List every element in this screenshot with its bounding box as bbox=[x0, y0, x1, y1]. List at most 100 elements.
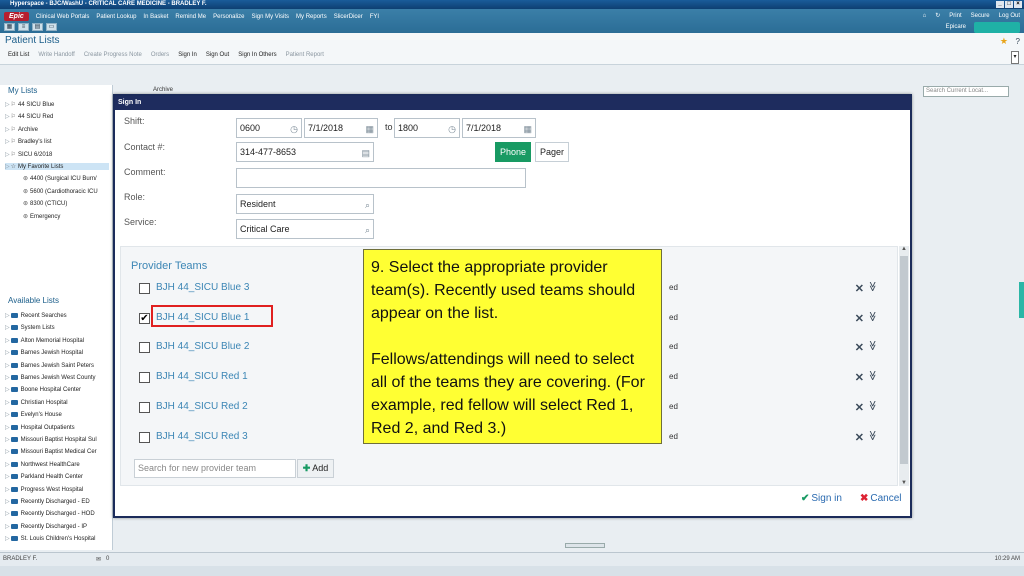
expand-chevron-icon[interactable]: ≫ bbox=[866, 311, 877, 321]
maximize-button[interactable]: □ bbox=[1005, 1, 1013, 8]
expand-chevron-icon[interactable]: ≫ bbox=[866, 430, 877, 440]
expand-arrow-icon[interactable]: ▷ bbox=[5, 139, 10, 145]
menu-sign-my-visits[interactable]: Sign My Visits bbox=[251, 14, 289, 20]
search-icon[interactable]: ⌕ bbox=[365, 221, 370, 239]
expand-arrow-icon[interactable]: ▷ bbox=[5, 114, 10, 120]
list-icon[interactable]: ≡ bbox=[18, 23, 29, 31]
expand-arrow-icon[interactable]: ▷ bbox=[5, 536, 10, 542]
expand-arrow-icon[interactable]: ▷ bbox=[5, 474, 10, 480]
sign-out-button[interactable]: Sign Out bbox=[206, 52, 229, 58]
add-team-button[interactable]: ✚ Add bbox=[297, 459, 334, 478]
available-list-item[interactable]: ▷ Recently Discharged - HOD bbox=[5, 510, 109, 517]
scroll-down-arrow-icon[interactable]: ▼ bbox=[900, 480, 908, 486]
expand-arrow-icon[interactable]: ▷ bbox=[5, 350, 10, 356]
team-name[interactable]: BJH 44_SICU Blue 3 bbox=[156, 282, 249, 293]
available-list-item[interactable]: ▷ Recently Discharged - IP bbox=[5, 523, 109, 530]
expand-chevron-icon[interactable]: ≫ bbox=[866, 370, 877, 380]
team-checkbox[interactable]: ✔ bbox=[139, 312, 150, 324]
available-list-item[interactable]: ▷ Evelyn's House bbox=[5, 411, 109, 418]
print-button[interactable]: Print bbox=[949, 13, 961, 19]
menu-in-basket[interactable]: In Basket bbox=[143, 14, 168, 20]
role-input[interactable]: Resident ⌕ bbox=[236, 194, 374, 214]
remove-team-icon[interactable]: ✕ bbox=[855, 371, 864, 384]
teams-scrollbar[interactable]: ▲ ▼ bbox=[899, 246, 909, 486]
contact-number-input[interactable]: 314-477-8653 ▤ bbox=[236, 142, 374, 162]
search-current-location-input[interactable]: Search Current Locat... bbox=[923, 86, 1009, 97]
my-list-item[interactable]: ⊛ Emergency bbox=[22, 213, 126, 220]
remove-team-icon[interactable]: ✕ bbox=[855, 341, 864, 354]
close-window-button[interactable]: × bbox=[1014, 1, 1022, 8]
available-list-item[interactable]: ▷ St. Louis Children's Hospital bbox=[5, 535, 109, 542]
provider-team-search-input[interactable]: Search for new provider team bbox=[134, 459, 296, 478]
expand-arrow-icon[interactable]: ▷ bbox=[5, 412, 10, 418]
menu-patient-lookup[interactable]: Patient Lookup bbox=[96, 14, 136, 20]
expand-arrow-icon[interactable]: ▷ bbox=[5, 313, 10, 319]
create-progress-note-button[interactable]: Create Progress Note bbox=[84, 52, 142, 58]
available-list-item[interactable]: ▷ Northwest HealthCare bbox=[5, 461, 109, 468]
team-checkbox[interactable] bbox=[139, 342, 150, 354]
available-list-item[interactable]: ▷ Progress West Hospital bbox=[5, 486, 109, 493]
my-list-item[interactable]: ▷⚐ SICU 6/2018 bbox=[5, 151, 109, 158]
remove-team-icon[interactable]: ✕ bbox=[855, 401, 864, 414]
my-list-item[interactable]: ▷⚐ 44 SICU Blue bbox=[5, 101, 109, 108]
calendar-icon[interactable]: ▦ bbox=[523, 120, 532, 138]
calendar-icon[interactable]: ▦ bbox=[365, 120, 374, 138]
minimize-button[interactable]: _ bbox=[996, 1, 1004, 8]
expand-arrow-icon[interactable]: ▷ bbox=[5, 387, 10, 393]
remove-team-icon[interactable]: ✕ bbox=[855, 312, 864, 325]
refresh-icon[interactable]: ↻ bbox=[935, 12, 940, 19]
available-list-item[interactable]: ▷ Boone Hospital Center bbox=[5, 386, 109, 393]
expand-chevron-icon[interactable]: ≫ bbox=[866, 341, 877, 351]
team-name[interactable]: BJH 44_SICU Red 3 bbox=[156, 431, 248, 442]
scrollbar-thumb[interactable] bbox=[900, 256, 908, 464]
expand-arrow-icon[interactable]: ▷ bbox=[5, 338, 10, 344]
available-list-item[interactable]: ▷ Recently Discharged - ED bbox=[5, 498, 109, 505]
expand-arrow-icon[interactable]: ▷ bbox=[5, 400, 10, 406]
available-list-item[interactable]: ▷ Christian Hospital bbox=[5, 399, 109, 406]
team-name[interactable]: BJH 44_SICU Red 1 bbox=[156, 371, 248, 382]
pager-toggle-button[interactable]: Pager bbox=[535, 142, 569, 162]
expand-arrow-icon[interactable]: ▷ bbox=[5, 524, 10, 530]
team-checkbox[interactable] bbox=[139, 283, 150, 294]
folder-icon[interactable]: ▭ bbox=[46, 23, 57, 31]
team-checkbox[interactable] bbox=[139, 401, 150, 413]
expand-arrow-icon[interactable]: ▷ bbox=[5, 102, 10, 108]
side-panel-handle[interactable] bbox=[1019, 282, 1024, 318]
expand-arrow-icon[interactable]: ▷ bbox=[5, 425, 10, 431]
secure-button[interactable]: Secure bbox=[971, 13, 990, 19]
shift-end-time-input[interactable]: 1800 ◷ bbox=[394, 118, 460, 138]
help-icon[interactable]: ? bbox=[1016, 37, 1020, 46]
my-list-item[interactable]: ⊛ 4400 (Surgical ICU Burn/ bbox=[22, 175, 126, 182]
available-list-item[interactable]: ▷ System Lists bbox=[5, 324, 109, 331]
remove-team-icon[interactable]: ✕ bbox=[855, 431, 864, 444]
my-list-item[interactable]: ▷⚐ Archive bbox=[5, 126, 109, 133]
mail-icon[interactable]: ✉ bbox=[96, 556, 101, 563]
shift-end-date-input[interactable]: 7/1/2018 ▦ bbox=[462, 118, 536, 138]
global-search-button[interactable] bbox=[974, 22, 1020, 33]
home-icon[interactable]: ⌂ bbox=[923, 13, 927, 19]
sign-in-others-button[interactable]: Sign In Others bbox=[238, 52, 276, 58]
side-dropdown-button[interactable]: ▾ bbox=[1011, 51, 1019, 64]
orders-button[interactable]: Orders bbox=[151, 52, 169, 58]
my-list-item[interactable]: ▷⚐ Bradley's list bbox=[5, 138, 109, 145]
sign-in-button[interactable]: ✔ Sign in bbox=[801, 493, 842, 504]
available-list-item[interactable]: ▷ Barnes Jewish West County bbox=[5, 374, 109, 381]
available-list-item[interactable]: ▷ Recent Searches bbox=[5, 312, 109, 319]
comment-input[interactable] bbox=[236, 168, 526, 188]
phone-toggle-button[interactable]: Phone bbox=[495, 142, 531, 162]
patient-report-button[interactable]: Patient Report bbox=[286, 52, 324, 58]
expand-arrow-icon[interactable]: ▷ bbox=[5, 487, 10, 493]
calendar-icon[interactable]: ▦ bbox=[4, 23, 15, 31]
expand-arrow-icon[interactable]: ▷ bbox=[5, 164, 10, 170]
expand-arrow-icon[interactable]: ▷ bbox=[5, 152, 10, 158]
grid-icon[interactable]: ▤ bbox=[32, 23, 43, 31]
menu-my-reports[interactable]: My Reports bbox=[296, 14, 327, 20]
epic-menu-button[interactable]: Epic bbox=[4, 12, 29, 21]
shift-start-time-input[interactable]: 0600 ◷ bbox=[236, 118, 302, 138]
expand-arrow-icon[interactable]: ▷ bbox=[5, 499, 10, 505]
favorite-star-icon[interactable]: ★ bbox=[1000, 36, 1008, 47]
team-checkbox[interactable] bbox=[139, 372, 150, 384]
my-list-item[interactable]: ▷⚐ 44 SICU Red bbox=[5, 113, 109, 120]
service-input[interactable]: Critical Care ⌕ bbox=[236, 219, 374, 239]
my-list-item[interactable]: ⊛ 8300 (CTICU) bbox=[22, 200, 126, 207]
